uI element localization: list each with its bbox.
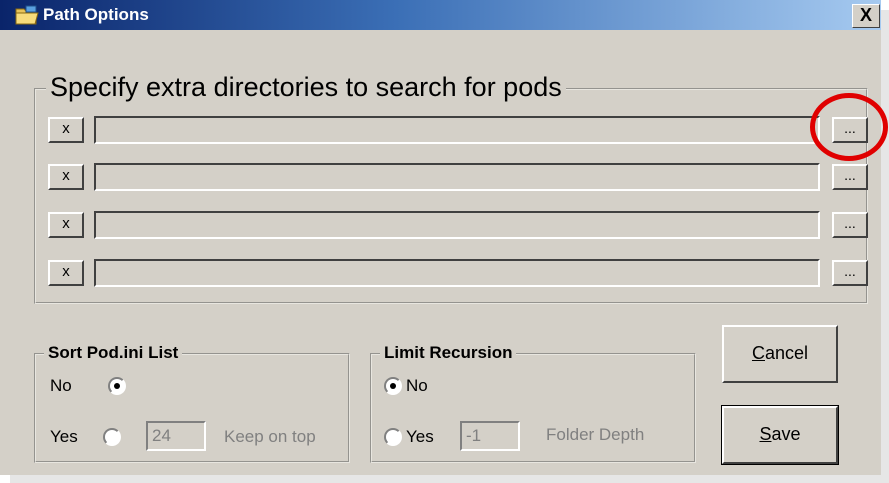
- save-button[interactable]: Save: [721, 405, 839, 465]
- sort-no-label: No: [50, 376, 72, 395]
- directories-legend: Specify extra directories to search for …: [46, 71, 566, 103]
- remove-path-4-button[interactable]: x: [48, 260, 84, 286]
- path-4-field[interactable]: [94, 259, 820, 287]
- keep-on-top-label: Keep on top: [224, 427, 316, 446]
- radio-selected-icon: [390, 383, 396, 389]
- folder-depth-field[interactable]: -1: [460, 421, 520, 451]
- recursion-yes-label: Yes: [406, 427, 434, 446]
- sort-no-radio[interactable]: [108, 377, 126, 395]
- close-button[interactable]: X: [852, 4, 880, 28]
- remove-path-2-button[interactable]: x: [48, 164, 84, 190]
- sort-yes-label: Yes: [50, 427, 78, 446]
- window-shadow: [881, 10, 889, 483]
- folder-icon: [14, 4, 40, 26]
- browse-path-2-button[interactable]: ...: [832, 164, 868, 190]
- path-3-field[interactable]: [94, 211, 820, 239]
- sort-count-field[interactable]: 24: [146, 421, 206, 451]
- recursion-yes-radio[interactable]: [384, 428, 402, 446]
- cancel-button[interactable]: Cancel: [722, 325, 838, 383]
- highlight-circle: [810, 93, 888, 161]
- recursion-no-radio[interactable]: [384, 377, 402, 395]
- title-bar[interactable]: Path Options X: [0, 0, 881, 30]
- folder-depth-label: Folder Depth: [546, 425, 645, 444]
- window-shadow: [10, 475, 889, 483]
- path-2-field[interactable]: [94, 163, 820, 191]
- recursion-no-label: No: [406, 376, 428, 395]
- remove-path-3-button[interactable]: x: [48, 212, 84, 238]
- sort-legend: Sort Pod.ini List: [44, 343, 183, 363]
- window-title: Path Options: [43, 5, 149, 24]
- browse-path-3-button[interactable]: ...: [832, 212, 868, 238]
- sort-yes-radio[interactable]: [103, 428, 121, 446]
- cancel-button-label: Cancel: [751, 343, 809, 363]
- radio-selected-icon: [114, 383, 120, 389]
- recursion-legend: Limit Recursion: [380, 343, 517, 363]
- save-button-label: Save: [759, 424, 801, 444]
- remove-path-1-button[interactable]: x: [48, 117, 84, 143]
- browse-path-4-button[interactable]: ...: [832, 260, 868, 286]
- path-options-dialog: Path Options X Specify extra directories…: [0, 0, 888, 475]
- path-1-field[interactable]: [94, 116, 820, 144]
